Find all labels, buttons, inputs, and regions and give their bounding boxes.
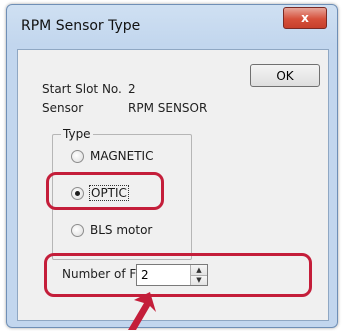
radio-label-magnetic: MAGNETIC bbox=[90, 149, 154, 163]
radio-label-bls-motor: BLS motor bbox=[90, 223, 153, 237]
sensor-value: RPM SENSOR bbox=[128, 101, 208, 115]
start-slot-label: Start Slot No. bbox=[42, 82, 122, 96]
ok-button[interactable]: OK bbox=[250, 64, 320, 87]
close-icon: x bbox=[301, 11, 309, 25]
radio-bls-motor[interactable]: BLS motor bbox=[71, 223, 152, 237]
window-title: RPM Sensor Type bbox=[21, 18, 141, 34]
arrow-up-icon bbox=[128, 292, 156, 330]
fin-highlight-box bbox=[44, 253, 312, 297]
radio-circle[interactable] bbox=[71, 149, 84, 163]
title-bar: RPM Sensor Type x bbox=[7, 5, 337, 49]
dialog-window: RPM Sensor Type x Start Slot No. 2 Senso… bbox=[6, 4, 338, 328]
dialog-body: Start Slot No. 2 Sensor RPM SENSOR OK Ty… bbox=[17, 49, 329, 321]
radio-magnetic[interactable]: MAGNETIC bbox=[71, 149, 153, 163]
radio-circle[interactable] bbox=[71, 223, 84, 237]
type-group-title: Type bbox=[61, 127, 93, 141]
start-slot-value: 2 bbox=[128, 82, 136, 96]
sensor-label: Sensor bbox=[42, 101, 84, 115]
optic-highlight-box bbox=[46, 172, 164, 210]
close-button[interactable]: x bbox=[283, 7, 327, 29]
